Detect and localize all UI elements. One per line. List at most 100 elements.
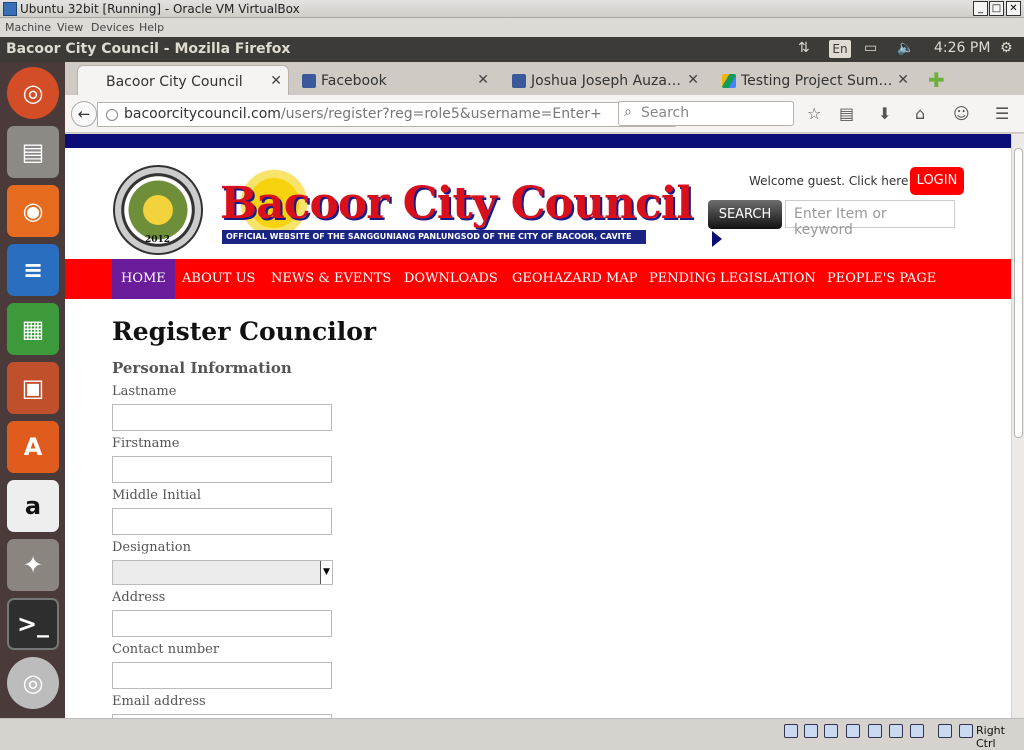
arrow-icon: [712, 231, 722, 247]
writer-icon[interactable]: ≡: [7, 244, 59, 296]
designation-select[interactable]: ▼: [112, 560, 333, 585]
gear-icon[interactable]: ⚙: [1000, 40, 1013, 56]
contact-field[interactable]: [112, 662, 332, 689]
shared-folders-icon[interactable]: [846, 724, 860, 738]
site-nav: HOME ABOUT US NEWS & EVENTS DOWNLOADS GE…: [65, 259, 1011, 299]
firefox-icon[interactable]: ◉: [7, 185, 59, 237]
calc-icon[interactable]: ▦: [7, 303, 59, 355]
keyboard-layout-indicator[interactable]: En: [829, 40, 851, 58]
battery-icon[interactable]: ▭: [864, 40, 877, 56]
tab-testing[interactable]: Testing Project Sum… ✕: [713, 65, 915, 95]
optical-drive-icon[interactable]: [804, 724, 818, 738]
close-tab-icon[interactable]: ✕: [687, 72, 699, 88]
tab-joshua[interactable]: Joshua Joseph Auza… ✕: [503, 65, 705, 95]
seal-year: 2012: [145, 235, 171, 245]
nav-news-events[interactable]: NEWS & EVENTS: [271, 259, 391, 299]
facebook-icon: [302, 74, 316, 88]
tab-bacoor[interactable]: Bacoor City Council ✕: [77, 65, 289, 95]
volume-icon[interactable]: 🔈: [897, 40, 914, 56]
site-search-button[interactable]: SEARCH: [708, 200, 782, 229]
nav-pending-legislation[interactable]: PENDING LEGISLATION: [649, 259, 816, 299]
clock[interactable]: 4:26 PM: [934, 40, 990, 56]
tab-label: Joshua Joseph Auza…: [531, 73, 681, 89]
menu-devices[interactable]: Devices: [91, 21, 134, 34]
designation-label: Designation: [112, 540, 191, 555]
menu-machine[interactable]: Machine: [5, 21, 51, 34]
unity-launcher: ◎ ▤ ◉ ≡ ▦ ▣ A a ✦ >_ ◎: [0, 62, 65, 718]
page-title: Register Councilor: [112, 317, 377, 346]
download-icon[interactable]: ⬇: [878, 104, 891, 123]
city-seal-logo: 2012: [113, 165, 203, 255]
url-path: /users/register?reg=role5&username=Enter…: [280, 106, 602, 122]
google-drive-icon: [722, 74, 736, 88]
nav-geohazard-map[interactable]: GEOHAZARD MAP: [512, 259, 637, 299]
search-placeholder: Search: [641, 105, 690, 121]
chevron-down-icon: ▼: [320, 561, 332, 584]
ubuntu-dash-icon[interactable]: ◎: [7, 67, 59, 119]
system-settings-icon[interactable]: ✦: [7, 539, 59, 591]
nav-toolbar: ← bacoorcitycouncil.com/users/register?r…: [65, 95, 1024, 133]
section-heading: Personal Information: [112, 359, 292, 377]
back-button[interactable]: ←: [71, 101, 97, 127]
url-bar[interactable]: bacoorcitycouncil.com/users/register?reg…: [97, 102, 677, 127]
firstname-label: Firstname: [112, 436, 180, 451]
video-capture-icon[interactable]: [889, 724, 903, 738]
address-field[interactable]: [112, 610, 332, 637]
home-icon[interactable]: ⌂: [915, 104, 925, 123]
amazon-icon[interactable]: a: [7, 480, 59, 532]
usb-icon[interactable]: [824, 724, 838, 738]
mouse-integration-icon[interactable]: [938, 724, 952, 738]
login-button[interactable]: LOGIN: [910, 167, 964, 195]
files-icon[interactable]: ▤: [7, 126, 59, 178]
tab-facebook[interactable]: Facebook ✕: [293, 65, 495, 95]
network-adapter-icon[interactable]: [910, 724, 924, 738]
host-key-label: Right Ctrl: [976, 724, 1005, 750]
nav-downloads[interactable]: DOWNLOADS: [404, 259, 498, 299]
new-tab-icon[interactable]: ✚: [928, 68, 945, 92]
menu-icon[interactable]: ☰: [995, 104, 1009, 123]
scrollbar-thumb[interactable]: [1014, 148, 1023, 438]
search-input[interactable]: ⌕ Search: [618, 101, 794, 126]
virtualbox-icon: [3, 2, 17, 16]
page-scrollbar[interactable]: [1011, 134, 1024, 718]
site-brand[interactable]: Bacoor City Council: [220, 178, 693, 229]
network-icon[interactable]: ⇅: [798, 40, 810, 56]
virtualbox-title: Ubuntu 32bit [Running] - Oracle VM Virtu…: [20, 2, 300, 16]
software-center-icon[interactable]: A: [7, 421, 59, 473]
bookmark-star-icon[interactable]: ☆: [807, 104, 821, 123]
nav-peoples-page[interactable]: PEOPLE'S PAGE: [827, 259, 936, 299]
nav-home[interactable]: HOME: [112, 259, 175, 299]
display-icon[interactable]: [868, 724, 882, 738]
terminal-icon[interactable]: >_: [7, 598, 59, 650]
url-host: bacoorcitycouncil.com: [124, 106, 281, 122]
minimize-icon[interactable]: _: [973, 1, 988, 16]
hdd-icon[interactable]: [784, 724, 798, 738]
welcome-text: Welcome guest. Click here to: [749, 174, 925, 188]
impress-icon[interactable]: ▣: [7, 362, 59, 414]
reading-list-icon[interactable]: ▤: [839, 104, 854, 123]
middle-initial-label: Middle Initial: [112, 488, 202, 503]
maximize-icon[interactable]: □: [989, 1, 1004, 16]
close-tab-icon[interactable]: ✕: [477, 72, 489, 88]
site-search-input[interactable]: Enter Item or keyword: [785, 200, 955, 238]
close-tab-icon[interactable]: ✕: [897, 72, 909, 88]
lastname-label: Lastname: [112, 384, 177, 399]
tab-strip: Bacoor City Council ✕ Facebook ✕ Joshua …: [65, 62, 1024, 95]
menu-view[interactable]: View: [57, 21, 83, 34]
firstname-field[interactable]: [112, 456, 332, 483]
close-icon[interactable]: ✕: [1006, 1, 1021, 16]
chat-icon[interactable]: ☺: [953, 104, 970, 123]
lastname-field[interactable]: [112, 404, 332, 431]
dvd-icon[interactable]: ◎: [7, 657, 59, 709]
search-icon: ⌕: [624, 104, 632, 120]
page-viewport: 2012 Bacoor City Council OFFICIAL WEBSIT…: [65, 134, 1011, 718]
nav-about[interactable]: ABOUT US: [182, 259, 255, 299]
menu-help[interactable]: Help: [139, 21, 164, 34]
middle-initial-field[interactable]: [112, 508, 332, 535]
globe-icon: [106, 109, 118, 121]
tab-label: Testing Project Sum…: [741, 73, 893, 89]
site-topbar: [65, 134, 1011, 148]
keyboard-capture-icon[interactable]: [959, 724, 973, 738]
contact-label: Contact number: [112, 642, 220, 657]
close-tab-icon[interactable]: ✕: [270, 73, 282, 89]
